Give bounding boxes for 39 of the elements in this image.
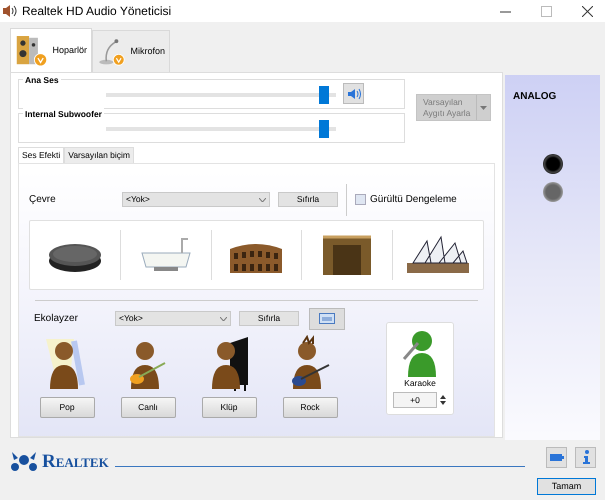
info-icon — [582, 450, 590, 464]
info-button[interactable] — [575, 446, 596, 468]
field-label: Çevre — [29, 193, 57, 208]
caret-icon — [480, 106, 487, 110]
field-label: Karaoke — [404, 376, 436, 390]
close-icon[interactable] — [582, 6, 593, 16]
number-field[interactable]: +0 — [393, 392, 437, 408]
device-tab[interactable]: Mikrofon — [92, 30, 170, 72]
dropdown[interactable]: <Yok> — [115, 311, 231, 326]
window-title: Realtek HD Audio Yöneticisi — [22, 3, 172, 20]
effect-tab[interactable]: Varsayılan biçim — [64, 147, 134, 163]
panel-title: ANALOG — [513, 90, 558, 104]
checkbox[interactable] — [355, 194, 366, 206]
device-tab[interactable]: Hoparlör — [10, 28, 92, 72]
battery-icon-button[interactable] — [546, 446, 567, 468]
dropdown[interactable]: <Yok> — [122, 192, 270, 208]
preset-button[interactable]: Canlı — [120, 396, 176, 418]
speaker-icon — [2, 4, 18, 18]
slider-thumb[interactable] — [319, 120, 330, 138]
slider-thumb[interactable] — [319, 86, 330, 104]
chevron-icon — [259, 198, 266, 202]
speaker-icon — [346, 88, 360, 100]
preset-button[interactable]: Klüp — [202, 396, 256, 418]
checkbox-label: Gürültü Dengeleme — [370, 193, 457, 208]
reset-button[interactable]: Sıfırla — [278, 192, 338, 208]
reset-button[interactable]: Sıfırla — [239, 311, 299, 326]
field-label: Ekolayzer — [33, 312, 79, 326]
audio-jack[interactable] — [542, 154, 562, 174]
equalizer-button[interactable] — [309, 308, 345, 330]
equalizer-icon — [319, 313, 335, 324]
preset-button[interactable]: Pop — [40, 396, 94, 418]
room-icon[interactable] — [321, 232, 374, 277]
preset-button[interactable]: Rock — [282, 396, 338, 418]
chevron-icon — [220, 316, 227, 321]
ok-button[interactable]: Tamam — [537, 478, 596, 495]
battery-icon — [550, 452, 564, 462]
effect-tab[interactable]: Ses Efekti — [18, 147, 64, 163]
volume-button[interactable] — [343, 83, 364, 104]
brand-logo: Realtek — [42, 452, 109, 470]
